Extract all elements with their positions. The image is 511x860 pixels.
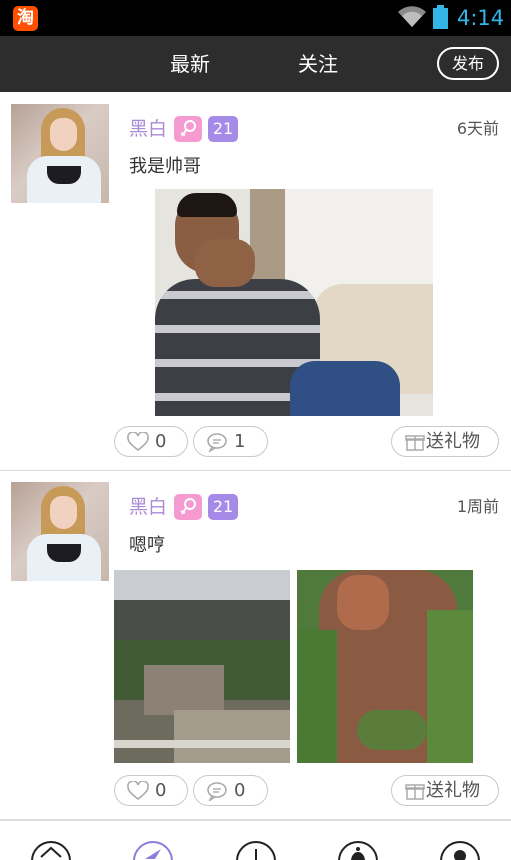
battery-icon: [433, 5, 448, 29]
female-icon: [174, 116, 202, 142]
like-button[interactable]: 0: [114, 426, 188, 457]
message-icon[interactable]: [236, 841, 276, 860]
comment-button[interactable]: 0: [193, 775, 268, 806]
heart-icon: [127, 432, 149, 452]
age-badge: 21: [208, 494, 238, 520]
send-gift-label: 送礼物: [426, 431, 480, 452]
post-time: 6天前: [456, 119, 499, 138]
home-icon[interactable]: [31, 841, 71, 860]
bottom-nav: [0, 820, 511, 860]
comment-count: 0: [234, 780, 246, 801]
send-gift-button[interactable]: 送礼物: [391, 775, 499, 806]
age-badge: 21: [208, 116, 238, 142]
post-photo[interactable]: [155, 189, 433, 416]
post-text: 嗯哼: [129, 535, 165, 556]
like-count: 0: [155, 780, 167, 801]
profile-icon[interactable]: [440, 841, 480, 860]
heart-icon: [127, 781, 149, 801]
comment-button[interactable]: 1: [193, 426, 268, 457]
avatar[interactable]: [11, 482, 109, 581]
like-button[interactable]: 0: [114, 775, 188, 806]
discover-icon[interactable]: [133, 841, 173, 860]
username[interactable]: 黑白: [129, 116, 167, 142]
avatar[interactable]: [11, 104, 109, 203]
status-clock: 4:14: [457, 6, 505, 30]
like-count: 0: [155, 431, 167, 452]
tab-follow[interactable]: 关注: [298, 36, 338, 92]
send-gift-label: 送礼物: [426, 780, 480, 801]
comment-icon: [207, 782, 227, 801]
notification-icon[interactable]: [338, 841, 378, 860]
comment-count: 1: [234, 431, 246, 452]
tab-latest[interactable]: 最新: [170, 36, 210, 92]
post-time: 1周前: [456, 497, 499, 516]
post-text: 我是帅哥: [129, 156, 201, 177]
taobao-app-icon: 淘: [13, 6, 38, 31]
publish-button[interactable]: 发布: [437, 47, 499, 80]
post-photo[interactable]: [297, 570, 473, 763]
female-icon: [174, 494, 202, 520]
post-card: 黑白 21 1周前 嗯哼 0 0 送礼物: [0, 471, 511, 819]
wifi-icon: [398, 6, 426, 28]
comment-icon: [207, 433, 227, 452]
status-bar: 淘 4:14: [0, 0, 511, 36]
top-tab-bar: 最新 关注 发布: [0, 36, 511, 92]
username[interactable]: 黑白: [129, 494, 167, 520]
post-card: 黑白 21 6天前 我是帅哥 0 1 送礼物: [0, 92, 511, 470]
send-gift-button[interactable]: 送礼物: [391, 426, 499, 457]
post-photo[interactable]: [114, 570, 290, 763]
gift-icon: [405, 784, 425, 800]
gift-icon: [405, 435, 425, 451]
